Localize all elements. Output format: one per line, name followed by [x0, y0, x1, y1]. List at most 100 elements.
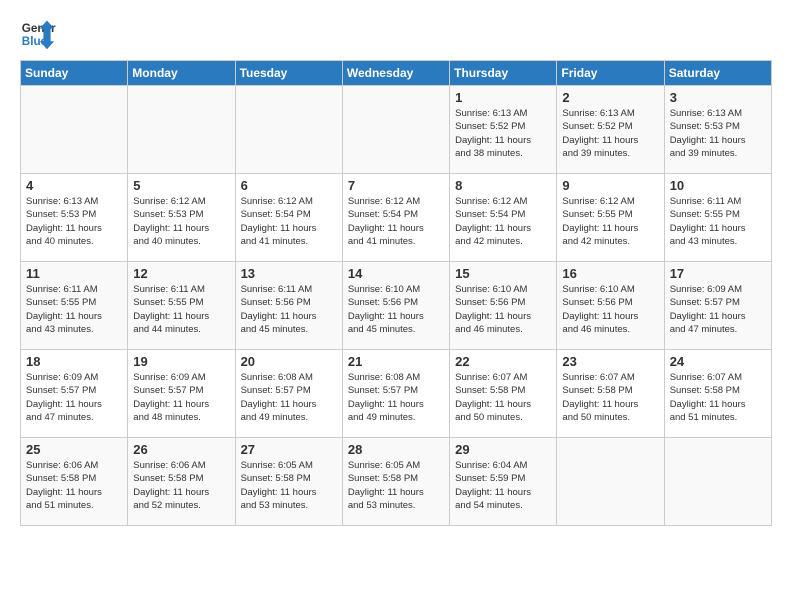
calendar-cell: 22 Sunrise: 6:07 AM Sunset: 5:58 PM Dayli…	[450, 350, 557, 438]
calendar-cell: 9Sunrise: 6:12 AM Sunset: 5:55 PM Daylig…	[557, 174, 664, 262]
day-info: Sunrise: 6:05 AM Sunset: 5:58 PM Dayligh…	[241, 459, 337, 512]
day-info: Sunrise: 6:13 AM Sunset: 5:52 PM Dayligh…	[455, 107, 551, 160]
calendar-cell: 28 Sunrise: 6:05 AM Sunset: 5:58 PM Dayli…	[342, 438, 449, 526]
day-number: 26	[133, 442, 229, 457]
day-info: Sunrise: 6:11 AM Sunset: 5:55 PM Dayligh…	[26, 283, 122, 336]
day-number: 15	[455, 266, 551, 281]
day-info: Sunrise: 6:07 AM Sunset: 5:58 PM Dayligh…	[562, 371, 658, 424]
calendar-cell: 7 Sunrise: 6:12 AM Sunset: 5:54 PM Daylig…	[342, 174, 449, 262]
day-info: Sunrise: 6:11 AM Sunset: 5:55 PM Dayligh…	[133, 283, 229, 336]
day-info: Sunrise: 6:06 AM Sunset: 5:58 PM Dayligh…	[26, 459, 122, 512]
day-info: Sunrise: 6:13 AM Sunset: 5:53 PM Dayligh…	[670, 107, 766, 160]
day-number: 4	[26, 178, 122, 193]
day-number: 19	[133, 354, 229, 369]
day-number: 7	[348, 178, 444, 193]
calendar-cell: 2 Sunrise: 6:13 AM Sunset: 5:52 PM Daylig…	[557, 86, 664, 174]
calendar-cell	[21, 86, 128, 174]
calendar-header-row: SundayMondayTuesdayWednesdayThursdayFrid…	[21, 61, 772, 86]
calendar-cell	[128, 86, 235, 174]
day-header-tuesday: Tuesday	[235, 61, 342, 86]
day-number: 13	[241, 266, 337, 281]
calendar-cell: 6 Sunrise: 6:12 AM Sunset: 5:54 PM Daylig…	[235, 174, 342, 262]
calendar-cell	[342, 86, 449, 174]
day-number: 22	[455, 354, 551, 369]
calendar-cell: 20Sunrise: 6:08 AM Sunset: 5:57 PM Dayli…	[235, 350, 342, 438]
calendar-week-4: 18 Sunrise: 6:09 AM Sunset: 5:57 PM Dayli…	[21, 350, 772, 438]
calendar-cell	[664, 438, 771, 526]
calendar-cell: 17 Sunrise: 6:09 AM Sunset: 5:57 PM Dayli…	[664, 262, 771, 350]
day-header-monday: Monday	[128, 61, 235, 86]
day-info: Sunrise: 6:04 AM Sunset: 5:59 PM Dayligh…	[455, 459, 551, 512]
day-number: 6	[241, 178, 337, 193]
day-info: Sunrise: 6:13 AM Sunset: 5:53 PM Dayligh…	[26, 195, 122, 248]
calendar-cell	[557, 438, 664, 526]
day-info: Sunrise: 6:06 AM Sunset: 5:58 PM Dayligh…	[133, 459, 229, 512]
day-number: 16	[562, 266, 658, 281]
calendar-cell: 4 Sunrise: 6:13 AM Sunset: 5:53 PM Daylig…	[21, 174, 128, 262]
day-info: Sunrise: 6:08 AM Sunset: 5:57 PM Dayligh…	[348, 371, 444, 424]
day-number: 18	[26, 354, 122, 369]
day-info: Sunrise: 6:09 AM Sunset: 5:57 PM Dayligh…	[670, 283, 766, 336]
calendar-cell: 3 Sunrise: 6:13 AM Sunset: 5:53 PM Daylig…	[664, 86, 771, 174]
logo-icon: General Blue	[20, 16, 56, 52]
day-info: Sunrise: 6:12 AM Sunset: 5:54 PM Dayligh…	[348, 195, 444, 248]
day-info: Sunrise: 6:09 AM Sunset: 5:57 PM Dayligh…	[26, 371, 122, 424]
calendar-cell: 12 Sunrise: 6:11 AM Sunset: 5:55 PM Dayli…	[128, 262, 235, 350]
day-info: Sunrise: 6:05 AM Sunset: 5:58 PM Dayligh…	[348, 459, 444, 512]
calendar-week-1: 1 Sunrise: 6:13 AM Sunset: 5:52 PM Daylig…	[21, 86, 772, 174]
day-info: Sunrise: 6:10 AM Sunset: 5:56 PM Dayligh…	[455, 283, 551, 336]
calendar-cell: 5Sunrise: 6:12 AM Sunset: 5:53 PM Daylig…	[128, 174, 235, 262]
calendar-week-3: 11 Sunrise: 6:11 AM Sunset: 5:55 PM Dayli…	[21, 262, 772, 350]
calendar-cell: 8 Sunrise: 6:12 AM Sunset: 5:54 PM Daylig…	[450, 174, 557, 262]
calendar-cell: 29 Sunrise: 6:04 AM Sunset: 5:59 PM Dayli…	[450, 438, 557, 526]
day-header-sunday: Sunday	[21, 61, 128, 86]
calendar-week-5: 25 Sunrise: 6:06 AM Sunset: 5:58 PM Dayli…	[21, 438, 772, 526]
day-header-friday: Friday	[557, 61, 664, 86]
calendar-cell: 10 Sunrise: 6:11 AM Sunset: 5:55 PM Dayli…	[664, 174, 771, 262]
day-number: 1	[455, 90, 551, 105]
day-info: Sunrise: 6:12 AM Sunset: 5:54 PM Dayligh…	[455, 195, 551, 248]
day-header-wednesday: Wednesday	[342, 61, 449, 86]
day-info: Sunrise: 6:12 AM Sunset: 5:53 PM Dayligh…	[133, 195, 229, 248]
page-header: General Blue	[20, 16, 772, 52]
day-info: Sunrise: 6:13 AM Sunset: 5:52 PM Dayligh…	[562, 107, 658, 160]
day-number: 2	[562, 90, 658, 105]
day-number: 29	[455, 442, 551, 457]
day-number: 24	[670, 354, 766, 369]
day-number: 23	[562, 354, 658, 369]
calendar-cell	[235, 86, 342, 174]
calendar-cell: 1 Sunrise: 6:13 AM Sunset: 5:52 PM Daylig…	[450, 86, 557, 174]
day-info: Sunrise: 6:07 AM Sunset: 5:58 PM Dayligh…	[455, 371, 551, 424]
day-info: Sunrise: 6:12 AM Sunset: 5:54 PM Dayligh…	[241, 195, 337, 248]
calendar-cell: 25 Sunrise: 6:06 AM Sunset: 5:58 PM Dayli…	[21, 438, 128, 526]
calendar-cell: 18 Sunrise: 6:09 AM Sunset: 5:57 PM Dayli…	[21, 350, 128, 438]
day-info: Sunrise: 6:07 AM Sunset: 5:58 PM Dayligh…	[670, 371, 766, 424]
calendar-cell: 16 Sunrise: 6:10 AM Sunset: 5:56 PM Dayli…	[557, 262, 664, 350]
day-number: 25	[26, 442, 122, 457]
day-number: 10	[670, 178, 766, 193]
day-info: Sunrise: 6:11 AM Sunset: 5:55 PM Dayligh…	[670, 195, 766, 248]
day-number: 12	[133, 266, 229, 281]
day-number: 3	[670, 90, 766, 105]
day-number: 27	[241, 442, 337, 457]
day-info: Sunrise: 6:11 AM Sunset: 5:56 PM Dayligh…	[241, 283, 337, 336]
day-number: 28	[348, 442, 444, 457]
day-number: 11	[26, 266, 122, 281]
calendar-cell: 19Sunrise: 6:09 AM Sunset: 5:57 PM Dayli…	[128, 350, 235, 438]
calendar-cell: 14Sunrise: 6:10 AM Sunset: 5:56 PM Dayli…	[342, 262, 449, 350]
day-info: Sunrise: 6:10 AM Sunset: 5:56 PM Dayligh…	[562, 283, 658, 336]
calendar-cell: 11 Sunrise: 6:11 AM Sunset: 5:55 PM Dayli…	[21, 262, 128, 350]
logo: General Blue	[20, 16, 56, 52]
calendar-cell: 15 Sunrise: 6:10 AM Sunset: 5:56 PM Dayli…	[450, 262, 557, 350]
day-header-saturday: Saturday	[664, 61, 771, 86]
day-number: 8	[455, 178, 551, 193]
calendar-cell: 21Sunrise: 6:08 AM Sunset: 5:57 PM Dayli…	[342, 350, 449, 438]
day-info: Sunrise: 6:10 AM Sunset: 5:56 PM Dayligh…	[348, 283, 444, 336]
day-number: 20	[241, 354, 337, 369]
calendar-table: SundayMondayTuesdayWednesdayThursdayFrid…	[20, 60, 772, 526]
day-header-thursday: Thursday	[450, 61, 557, 86]
calendar-cell: 26 Sunrise: 6:06 AM Sunset: 5:58 PM Dayli…	[128, 438, 235, 526]
calendar-cell: 24 Sunrise: 6:07 AM Sunset: 5:58 PM Dayli…	[664, 350, 771, 438]
calendar-cell: 23 Sunrise: 6:07 AM Sunset: 5:58 PM Dayli…	[557, 350, 664, 438]
day-number: 17	[670, 266, 766, 281]
